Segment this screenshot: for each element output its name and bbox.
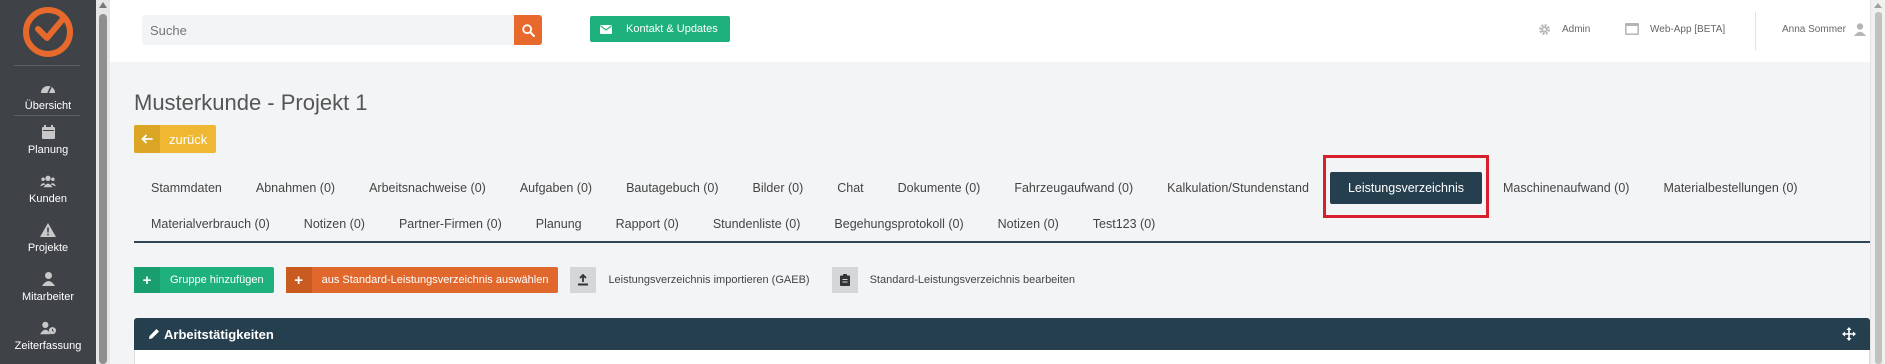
- plus-icon: +: [285, 267, 312, 293]
- tab-partner-firmen[interactable]: Partner-Firmen (0): [382, 211, 519, 237]
- admin-label: Admin: [1562, 23, 1591, 35]
- sidebar-item-label: Planung: [27, 144, 69, 156]
- import-gaeb-label: Leistungsverzeichnis importieren (GAEB): [608, 274, 810, 286]
- search-icon: [521, 23, 535, 37]
- tab-notizen[interactable]: Notizen (0): [287, 211, 382, 237]
- plus-icon: +: [134, 267, 160, 293]
- pencil-icon[interactable]: [148, 328, 160, 340]
- tab-chat[interactable]: Chat: [820, 175, 880, 201]
- tab-rapport[interactable]: Rapport (0): [599, 211, 696, 237]
- topbar-separator: [1755, 12, 1756, 50]
- tab-test123[interactable]: Test123 (0): [1076, 211, 1173, 237]
- sidebar-item-planung[interactable]: Planung: [0, 124, 96, 168]
- select-standard-button[interactable]: + aus Standard-Leistungsverzeichnis ausw…: [285, 267, 559, 293]
- search-button[interactable]: [514, 15, 542, 45]
- panel-title: Arbeitstätigkeiten: [164, 326, 274, 342]
- scrollbar-thumb[interactable]: [99, 14, 107, 364]
- tabs-row-2: Materialverbrauch (0) Notizen (0) Partne…: [134, 211, 1172, 237]
- scroll-up-arrow-icon[interactable]: [99, 2, 107, 8]
- sidebar-item-label: Mitarbeiter: [22, 291, 74, 303]
- scrollbar-thumb[interactable]: [1875, 12, 1882, 364]
- webapp-label: Web-App [BETA]: [1650, 23, 1726, 35]
- upload-icon: [570, 267, 597, 293]
- topbar: Kontakt & Updates Admin Web-App [BETA] A…: [110, 0, 1870, 62]
- sidebar-item-label: Kunden: [29, 193, 67, 205]
- sidebar-item-uebersicht[interactable]: Übersicht: [0, 80, 96, 124]
- tabs-row-1: Stammdaten Abnahmen (0) Arbeitsnachweise…: [134, 172, 1815, 204]
- warning-icon: [40, 222, 56, 238]
- tab-fahrzeugaufwand[interactable]: Fahrzeugaufwand (0): [997, 175, 1150, 201]
- tab-arbeitsnachweise[interactable]: Arbeitsnachweise (0): [352, 175, 503, 201]
- back-label: zurück: [169, 131, 208, 147]
- users-icon: [40, 173, 56, 189]
- tab-bautagebuch[interactable]: Bautagebuch (0): [609, 175, 735, 201]
- arrow-left-icon: [134, 125, 160, 153]
- sidebar-item-label: Projekte: [27, 242, 69, 254]
- webapp-link[interactable]: Web-App [BETA]: [1625, 21, 1725, 37]
- search-box: [142, 15, 542, 45]
- logo-icon: [23, 7, 73, 57]
- sidebar-item-label: Übersicht: [24, 100, 72, 112]
- logo-divider: [14, 65, 80, 66]
- sidebar: Übersicht Planung Kunden Projekte Mitarb…: [0, 0, 96, 364]
- admin-link[interactable]: Admin: [1538, 21, 1590, 37]
- gear-icon: [1538, 23, 1551, 36]
- tabs-underline: [134, 241, 1870, 243]
- tab-maschinenaufwand[interactable]: Maschinenaufwand (0): [1486, 175, 1646, 201]
- user-name: Anna Sommer: [1782, 23, 1846, 35]
- add-group-button[interactable]: + Gruppe hinzufügen: [134, 267, 274, 293]
- sidebar-item-kunden[interactable]: Kunden: [0, 173, 96, 217]
- edit-standard-label: Standard-Leistungsverzeichnis bearbeiten: [869, 274, 1076, 286]
- search-input[interactable]: [142, 15, 514, 45]
- tab-begehungsprotokoll[interactable]: Begehungsprotokoll (0): [817, 211, 980, 237]
- sidebar-scrollbar[interactable]: [96, 0, 110, 364]
- clipboard-icon: [831, 267, 858, 293]
- page-title: Musterkunde - Projekt 1: [134, 90, 368, 115]
- tab-abnahmen[interactable]: Abnahmen (0): [239, 175, 352, 201]
- page-scrollbar[interactable]: [1870, 0, 1885, 364]
- panel-body: [134, 350, 1870, 364]
- sidebar-item-label: Zeiterfassung: [14, 340, 82, 352]
- user-avatar-icon: [1853, 22, 1866, 36]
- highlight-box: [1323, 155, 1489, 218]
- sidebar-item-mitarbeiter[interactable]: Mitarbeiter: [0, 271, 96, 315]
- tab-notizen-2[interactable]: Notizen (0): [981, 211, 1076, 237]
- action-bar: + Gruppe hinzufügen + aus Standard-Leist…: [134, 267, 1097, 293]
- tab-materialbestellungen[interactable]: Materialbestellungen (0): [1646, 175, 1814, 201]
- select-standard-label: aus Standard-Leistungsverzeichnis auswäh…: [321, 274, 549, 286]
- tab-materialverbrauch[interactable]: Materialverbrauch (0): [134, 211, 287, 237]
- panel-header: Arbeitstätigkeiten: [134, 318, 1870, 350]
- tab-bilder[interactable]: Bilder (0): [736, 175, 821, 201]
- tab-stundenliste[interactable]: Stundenliste (0): [696, 211, 818, 237]
- user-icon: [40, 271, 56, 287]
- calendar-icon: [40, 124, 56, 140]
- tab-stammdaten[interactable]: Stammdaten: [134, 175, 239, 201]
- user-menu[interactable]: Anna Sommer: [1782, 21, 1866, 37]
- tab-kalkulation-stundenstand[interactable]: Kalkulation/Stundenstand: [1150, 175, 1326, 201]
- tab-dokumente[interactable]: Dokumente (0): [881, 175, 998, 201]
- contact-updates-label: Kontakt & Updates: [626, 23, 718, 35]
- nav-divider: [14, 115, 80, 116]
- app-logo[interactable]: [0, 0, 96, 64]
- sidebar-item-projekte[interactable]: Projekte: [0, 222, 96, 266]
- move-icon[interactable]: [1842, 327, 1856, 344]
- contact-updates-button[interactable]: Kontakt & Updates: [590, 16, 730, 42]
- tab-aufgaben[interactable]: Aufgaben (0): [503, 175, 609, 201]
- sidebar-item-zeiterfassung[interactable]: Zeiterfassung: [0, 320, 96, 364]
- tab-planung[interactable]: Planung: [519, 211, 599, 237]
- user-clock-icon: [40, 320, 56, 336]
- edit-standard-button[interactable]: Standard-Leistungsverzeichnis bearbeiten: [831, 267, 1085, 293]
- dashboard-icon: [40, 80, 56, 96]
- add-group-label: Gruppe hinzufügen: [170, 274, 264, 286]
- import-gaeb-button[interactable]: Leistungsverzeichnis importieren (GAEB): [570, 267, 819, 293]
- browser-window-icon: [1625, 23, 1639, 35]
- back-button[interactable]: zurück: [134, 125, 216, 153]
- scroll-up-arrow-icon[interactable]: [1874, 3, 1882, 8]
- envelope-icon: [600, 24, 612, 34]
